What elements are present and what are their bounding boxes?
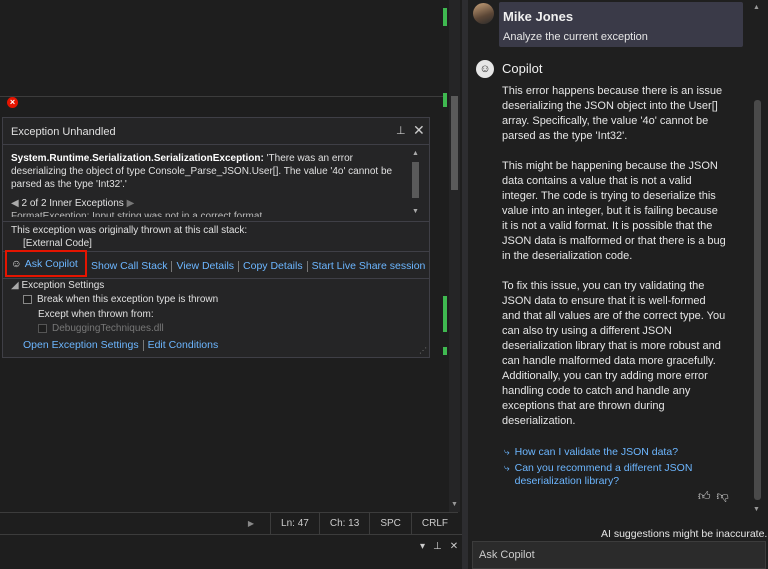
user-name: Mike Jones bbox=[503, 9, 574, 24]
divider bbox=[3, 144, 429, 145]
separator bbox=[142, 339, 144, 351]
dll-row: DebuggingTechniques.dll bbox=[38, 323, 164, 334]
copilot-chat-panel: Mike Jones Analyze the current exception… bbox=[468, 0, 768, 569]
expand-icon[interactable]: ◢ bbox=[11, 280, 19, 291]
ask-copilot-label: Ask Copilot bbox=[24, 257, 78, 270]
chat-scrollbar[interactable] bbox=[754, 100, 761, 500]
inner-exceptions-nav[interactable]: ◀ 2 of 2 Inner Exceptions ▶ bbox=[11, 198, 134, 209]
response-paragraph: To fix this issue, you can try validatin… bbox=[502, 280, 726, 427]
editor-scrollbar[interactable] bbox=[449, 0, 460, 512]
pin-icon[interactable]: ⊥ bbox=[433, 541, 442, 552]
scroll-up-icon[interactable]: ▲ bbox=[411, 150, 420, 157]
change-mark bbox=[443, 296, 447, 332]
open-exception-settings-link[interactable]: Open Exception Settings bbox=[23, 339, 139, 351]
settings-links: Open Exception Settings Edit Conditions bbox=[23, 339, 218, 351]
scroll-down-icon[interactable]: ▼ bbox=[449, 500, 460, 510]
edit-conditions-link[interactable]: Edit Conditions bbox=[148, 339, 219, 351]
scroll-down-icon[interactable]: ▼ bbox=[411, 208, 420, 215]
user-avatar bbox=[473, 3, 494, 24]
scroll-down-icon[interactable]: ▼ bbox=[753, 506, 760, 513]
change-mark bbox=[443, 347, 447, 355]
live-share-link[interactable]: Start Live Share session bbox=[312, 260, 426, 272]
call-stack-label: This exception was originally thrown at … bbox=[11, 225, 248, 236]
exception-links: Show Call Stack View Details Copy Detail… bbox=[91, 255, 425, 277]
popup-scrollbar[interactable]: ▲ ▼ bbox=[411, 150, 420, 220]
view-details-link[interactable]: View Details bbox=[176, 260, 234, 272]
suggestion-text: Can you recommend a different JSON deser… bbox=[514, 462, 693, 487]
external-code-frame[interactable]: [External Code] bbox=[23, 238, 92, 249]
popup-title: Exception Unhandled bbox=[11, 126, 116, 138]
change-mark bbox=[443, 93, 447, 107]
chevron-right-icon[interactable]: ▶ bbox=[248, 519, 254, 528]
editor-status-bar: ▶ Ln: 47 Ch: 13 SPC CRLF bbox=[0, 512, 458, 535]
separator bbox=[171, 260, 173, 272]
thumbs-up-icon[interactable]: 👍︎ bbox=[698, 489, 711, 504]
error-icon: × bbox=[7, 97, 18, 108]
except-from-label: Except when thrown from: bbox=[38, 309, 154, 320]
inner-exception-text: FormatException: Input string was not in… bbox=[11, 211, 263, 217]
ai-warning-text: AI suggestions might be inaccurate. bbox=[601, 528, 768, 540]
editor-line bbox=[0, 96, 443, 97]
break-when-checkbox[interactable] bbox=[23, 295, 32, 304]
divider bbox=[3, 278, 429, 279]
chevron-left-icon[interactable]: ◀ bbox=[11, 198, 19, 209]
dropdown-icon[interactable]: ▾ bbox=[420, 541, 425, 552]
whitespace-indicator[interactable]: SPC bbox=[369, 512, 411, 535]
close-icon[interactable]: ✕ bbox=[450, 541, 458, 552]
thumbs-down-icon[interactable]: 👎︎ bbox=[717, 489, 729, 504]
sparkle-icon: ⤷ bbox=[504, 447, 510, 458]
copy-details-link[interactable]: Copy Details bbox=[243, 260, 303, 272]
suggestion-link[interactable]: ⤷ Can you recommend a different JSON des… bbox=[504, 462, 724, 488]
divider bbox=[3, 221, 429, 222]
suggestion-text: How can I validate the JSON data? bbox=[514, 446, 679, 458]
popup-scroll-thumb[interactable] bbox=[412, 162, 419, 198]
dll-label: DebuggingTechniques.dll bbox=[52, 323, 164, 334]
chevron-right-icon[interactable]: ▶ bbox=[127, 198, 135, 209]
line-indicator[interactable]: Ln: 47 bbox=[270, 512, 319, 535]
assistant-response: This error happens because there is an i… bbox=[502, 84, 726, 444]
separator bbox=[238, 260, 240, 272]
change-mark bbox=[443, 8, 447, 26]
break-when-label: Break when this exception type is thrown bbox=[37, 294, 219, 305]
response-paragraph: This error happens because there is an i… bbox=[502, 85, 723, 142]
separator bbox=[306, 260, 308, 272]
resize-grip-icon[interactable]: ⋰ bbox=[419, 346, 427, 355]
dll-checkbox bbox=[38, 324, 47, 333]
sparkle-icon: ⤷ bbox=[504, 463, 510, 474]
exception-type: System.Runtime.Serialization.Serializati… bbox=[11, 153, 264, 164]
column-indicator[interactable]: Ch: 13 bbox=[318, 512, 369, 535]
copilot-icon: ☺ bbox=[11, 257, 22, 270]
ask-copilot-button[interactable]: ☺ Ask Copilot bbox=[5, 250, 87, 277]
pin-icon[interactable]: ⊥ bbox=[396, 124, 406, 137]
break-when-row[interactable]: Break when this exception type is thrown bbox=[23, 294, 218, 305]
bottom-tool-panel: ▾ ⊥ ✕ bbox=[0, 534, 462, 569]
visual-studio-window: ▼ × Exception Unhandled ⊥ ✕ System.Runti… bbox=[0, 0, 768, 569]
feedback-buttons: 👍︎ 👎︎ bbox=[698, 489, 729, 504]
user-message-card: Mike Jones Analyze the current exception bbox=[499, 2, 743, 47]
copilot-icon: ☺ bbox=[476, 60, 494, 78]
editor-scroll-thumb[interactable] bbox=[451, 96, 458, 190]
inner-exceptions-label: 2 of 2 Inner Exceptions bbox=[21, 198, 124, 209]
user-message: Analyze the current exception bbox=[503, 31, 648, 43]
close-icon[interactable]: ✕ bbox=[413, 122, 425, 139]
suggestion-link[interactable]: ⤷ How can I validate the JSON data? bbox=[504, 446, 724, 459]
response-paragraph: This might be happening because the JSON… bbox=[502, 160, 726, 262]
panel-controls: ▾ ⊥ ✕ bbox=[420, 541, 458, 552]
exception-settings-header[interactable]: ◢ Exception Settings bbox=[11, 280, 104, 291]
scroll-up-icon[interactable]: ▲ bbox=[753, 4, 760, 11]
show-call-stack-link[interactable]: Show Call Stack bbox=[91, 260, 167, 272]
exception-helper-popup: Exception Unhandled ⊥ ✕ System.Runtime.S… bbox=[2, 117, 430, 358]
assistant-name: Copilot bbox=[502, 61, 543, 76]
line-ending-indicator[interactable]: CRLF bbox=[410, 512, 458, 535]
exception-settings-label: Exception Settings bbox=[21, 280, 105, 291]
ask-copilot-input[interactable]: Ask Copilot bbox=[472, 541, 766, 569]
